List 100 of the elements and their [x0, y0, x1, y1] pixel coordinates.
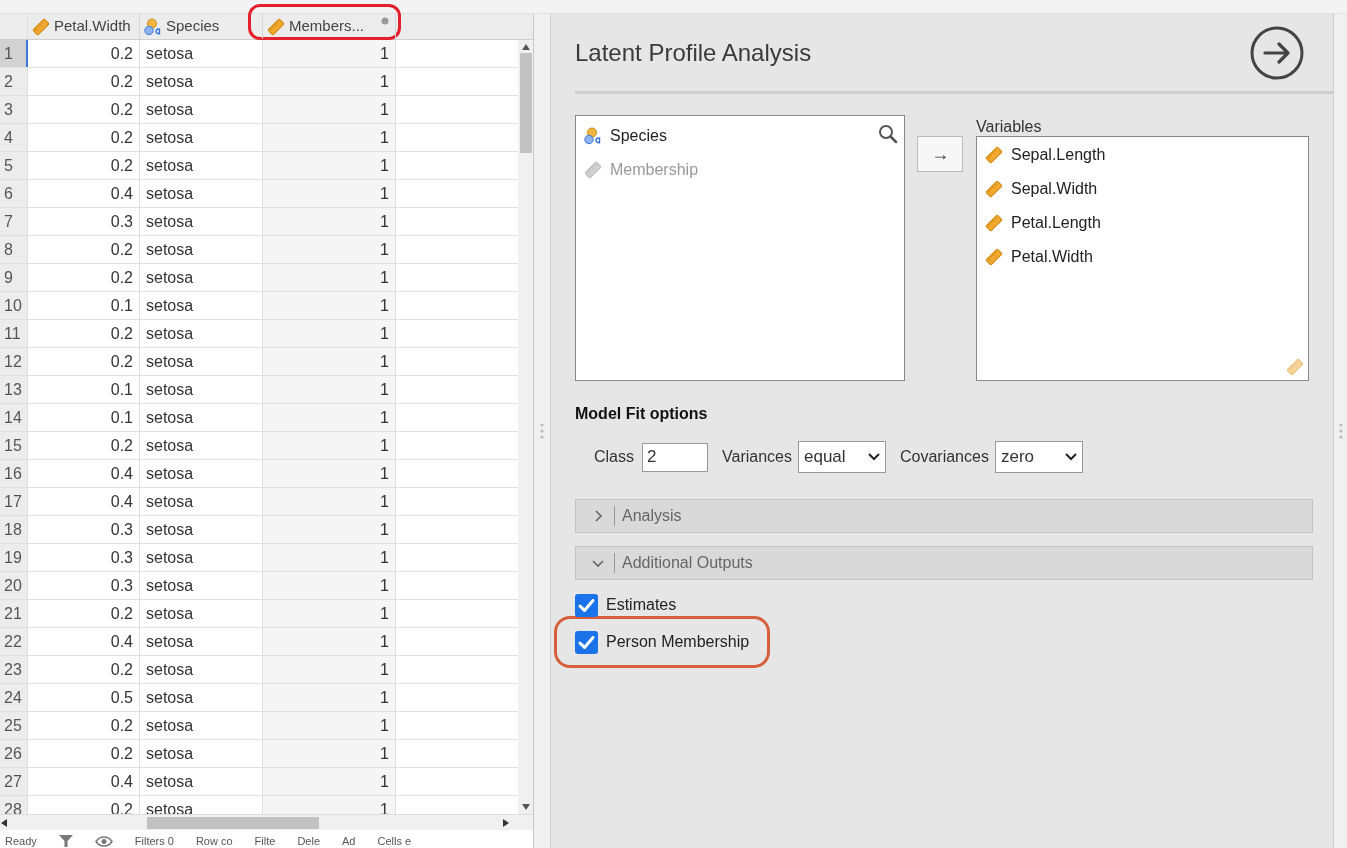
scroll-right-icon[interactable]	[503, 818, 509, 827]
scroll-down-icon[interactable]	[521, 804, 530, 810]
filter-icon[interactable]	[58, 835, 73, 847]
row-number[interactable]: 4	[0, 124, 28, 151]
section-heading: Model Fit options	[575, 404, 709, 424]
table-cell: 1	[263, 796, 396, 814]
status-text: Dele	[297, 835, 320, 847]
row-number[interactable]: 17	[0, 488, 28, 515]
row-number[interactable]: 18	[0, 516, 28, 543]
collapsible-section-header[interactable]: Analysis	[575, 499, 1313, 533]
chevron-down-icon	[592, 557, 604, 569]
row-number[interactable]: 1	[0, 40, 28, 67]
row-number[interactable]: 23	[0, 656, 28, 683]
chevron-down-icon	[1064, 453, 1077, 461]
table-cell: 1	[263, 712, 396, 739]
row-number[interactable]: 9	[0, 264, 28, 291]
table-cell: 1	[263, 152, 396, 179]
checkbox-label: Estimates	[606, 595, 677, 615]
table-cell: 1	[263, 516, 396, 543]
checkbox-label: Person Membership	[606, 632, 750, 652]
table-cell: 1	[263, 236, 396, 263]
row-number[interactable]: 12	[0, 348, 28, 375]
vertical-scrollbar-thumb[interactable]	[519, 53, 532, 153]
row-number[interactable]: 5	[0, 152, 28, 179]
variances-dropdown[interactable]: equal	[798, 441, 886, 473]
covariances-dropdown[interactable]: zero	[994, 441, 1083, 473]
status-text: Filters 0	[134, 835, 174, 847]
row-number[interactable]: 2	[0, 68, 28, 95]
column-name: Petal.Width	[54, 16, 131, 37]
variable-item[interactable]: Petal.Width	[1011, 245, 1093, 269]
row-number[interactable]: 11	[0, 320, 28, 347]
variable-item[interactable]: Petal.Length	[1011, 211, 1101, 235]
row-number[interactable]: 24	[0, 684, 28, 711]
table-cell: 1	[263, 404, 396, 431]
splitter-handle-icon[interactable]	[540, 423, 544, 439]
move-variable-button[interactable]: →	[917, 136, 964, 172]
table-cell: 1	[263, 264, 396, 291]
row-number[interactable]: 28	[0, 796, 28, 814]
table-cell: 1	[263, 684, 396, 711]
row-number[interactable]: 22	[0, 628, 28, 655]
table-cell: 1	[263, 180, 396, 207]
variable-item[interactable]: Sepal.Width	[1011, 177, 1098, 201]
row-number[interactable]: 19	[0, 544, 28, 571]
row-number[interactable]: 20	[0, 572, 28, 599]
horizontal-scrollbar-thumb[interactable]	[147, 816, 319, 829]
column-name: Species	[166, 16, 220, 37]
variable-item[interactable]: Species	[610, 124, 667, 148]
table-cell: 1	[263, 208, 396, 235]
row-number[interactable]: 10	[0, 292, 28, 319]
table-cell: 1	[263, 320, 396, 347]
analysis-title: Latent Profile Analysis	[575, 37, 812, 68]
column-name: Members...	[289, 16, 364, 37]
table-cell: 1	[263, 460, 396, 487]
table-cell: 1	[263, 292, 396, 319]
scroll-left-icon[interactable]	[1, 818, 7, 827]
row-number[interactable]: 8	[0, 236, 28, 263]
status-text: Cells e	[377, 835, 412, 847]
computed-dot-icon	[381, 17, 389, 25]
checkbox[interactable]	[575, 630, 598, 654]
table-cell: 1	[263, 572, 396, 599]
nominal-variable-icon	[144, 17, 162, 36]
row-number[interactable]: 6	[0, 180, 28, 207]
row-number[interactable]: 26	[0, 740, 28, 767]
class-label: Class	[594, 447, 634, 467]
row-number[interactable]: 15	[0, 432, 28, 459]
row-number[interactable]: 27	[0, 768, 28, 795]
collapsible-section-header[interactable]: Additional Outputs	[575, 546, 1313, 580]
row-number[interactable]: 21	[0, 600, 28, 627]
table-cell: 1	[263, 544, 396, 571]
column-header[interactable]: Species	[140, 14, 263, 39]
row-number[interactable]: 3	[0, 96, 28, 123]
table-cell: 1	[263, 628, 396, 655]
target-variable-list[interactable]: Sepal.Length Sepal.Width Petal.Length Petal.Width	[976, 136, 1309, 381]
chevron-right-icon	[592, 510, 604, 522]
table-cell: 1	[263, 124, 396, 151]
status-text: Ad	[342, 835, 356, 847]
table-cell: 1	[263, 768, 396, 795]
scroll-up-icon[interactable]	[521, 44, 530, 50]
table-cell: 1	[263, 348, 396, 375]
row-number[interactable]: 16	[0, 460, 28, 487]
variables-label: Variables	[976, 117, 1043, 136]
class-field[interactable]: 2	[642, 442, 708, 472]
covariances-label: Covariances	[900, 447, 989, 467]
row-number[interactable]: 14	[0, 404, 28, 431]
eye-icon[interactable]	[94, 835, 113, 847]
variances-label: Variances	[722, 447, 792, 467]
row-number[interactable]: 25	[0, 712, 28, 739]
search-icon[interactable]	[877, 124, 898, 144]
variable-item[interactable]: Sepal.Length	[1011, 143, 1106, 167]
column-header[interactable]: Petal.Width	[28, 14, 140, 39]
table-cell: 1	[263, 432, 396, 459]
table-cell: 1	[263, 656, 396, 683]
row-number[interactable]: 13	[0, 376, 28, 403]
checkbox[interactable]	[575, 593, 598, 617]
table-cell: 1	[263, 740, 396, 767]
table-cell: 1	[263, 68, 396, 95]
row-number[interactable]: 7	[0, 208, 28, 235]
column-header[interactable]: Members...	[263, 14, 396, 39]
splitter-handle-icon[interactable]	[1338, 423, 1343, 439]
table-cell: 1	[263, 40, 396, 67]
